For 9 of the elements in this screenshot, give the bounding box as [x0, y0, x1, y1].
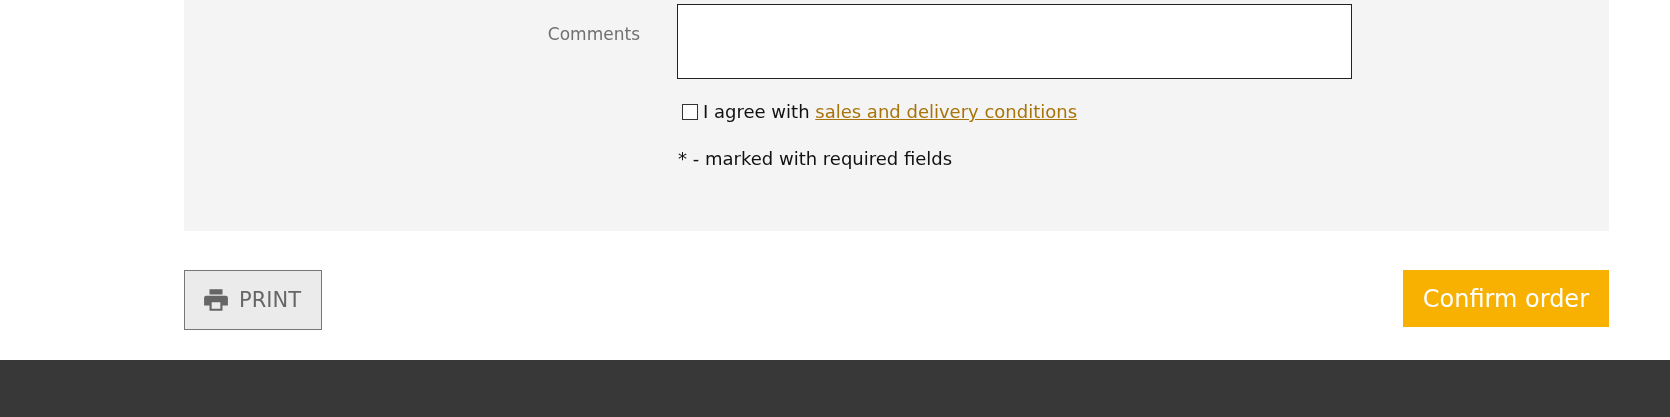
printer-icon [203, 287, 229, 313]
confirm-order-button[interactable]: Confirm order [1402, 270, 1609, 327]
agree-checkbox[interactable] [682, 103, 698, 120]
comments-field[interactable] [677, 4, 1352, 79]
comments-label: Comments [546, 24, 640, 44]
agree-text: I agree with sales and delivery conditions [703, 101, 1078, 122]
required-note: * - marked with required fields [678, 148, 954, 169]
print-button[interactable]: PRINT [184, 270, 322, 330]
conditions-link[interactable]: sales and delivery conditions [815, 101, 1078, 122]
